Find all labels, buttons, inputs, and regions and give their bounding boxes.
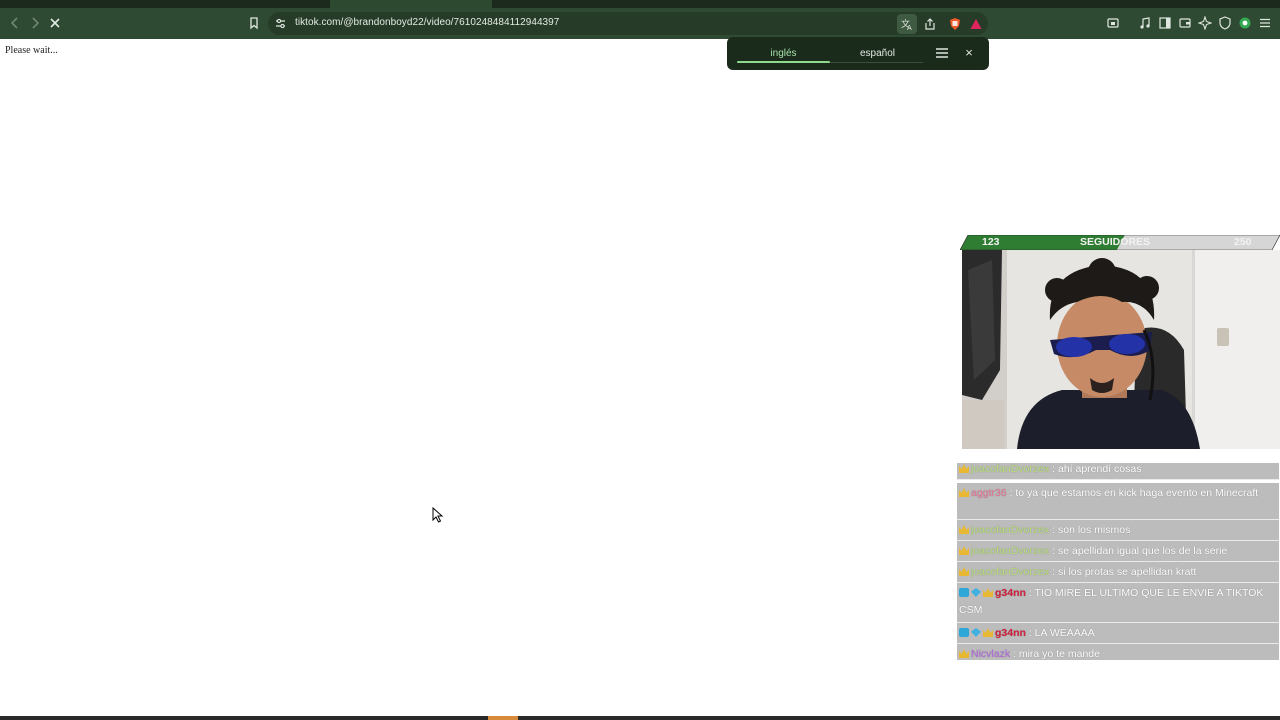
chat-message-text: : to ya que estamos en kick haga evento … (1009, 487, 1259, 499)
crown-badge-icon (959, 649, 969, 658)
chat-message: aggtr36 : to ya que estamos en kick haga… (957, 483, 1279, 520)
chat-message-text: : si los protas se apellidan kratt (1052, 566, 1197, 578)
vpn-icon[interactable] (1215, 13, 1235, 33)
chat-message-text: : mira yo te mande (1013, 648, 1100, 660)
url-text[interactable]: tiktok.com/@brandonboyd22/video/76102484… (295, 17, 559, 28)
chat-message-text: : LA WEAAAA (1028, 627, 1095, 639)
mouse-cursor-icon (432, 507, 444, 523)
tab-source-language[interactable]: inglés (737, 37, 830, 70)
goal-target-count: 250 (1234, 236, 1252, 248)
arrow-left-icon[interactable] (5, 13, 25, 33)
chat-username[interactable]: g34nn (995, 587, 1026, 599)
chat-message: Nicvlazk : mira yo te mande (957, 644, 1279, 660)
goal-current-count: 123 (982, 236, 1000, 248)
crown-badge-icon (959, 546, 969, 555)
gem-badge-icon (971, 628, 981, 637)
crown-badge-icon (959, 567, 969, 576)
music-icon[interactable] (1135, 13, 1155, 33)
stream-chat: joacofanDvorzex : ahí aprendí cosas aggtr… (956, 463, 1280, 660)
brave-rewards-icon[interactable] (966, 14, 986, 34)
crown-badge-icon (983, 628, 993, 637)
active-tab[interactable] (330, 0, 492, 8)
chat-username[interactable]: joacofanDvorzex (971, 463, 1049, 475)
chat-message-text: : son los mismos (1052, 524, 1131, 536)
tab-strip (0, 0, 1280, 8)
close-button[interactable]: × (962, 45, 976, 61)
chat-message: joacofanDvorzex : si los protas se apell… (957, 562, 1279, 583)
goal-label: SEGUIDORES (1080, 236, 1151, 248)
chat-message: joacofanDvorzex : se apellidan igual que… (957, 541, 1279, 562)
close-icon[interactable] (45, 13, 65, 33)
menu-icon[interactable] (934, 45, 950, 61)
blue-badge-icon (959, 588, 969, 597)
screenshot-icon[interactable] (1103, 13, 1123, 33)
chat-message-text: : ahí aprendí cosas (1052, 463, 1142, 475)
chat-message: joacofanDvorzex : ahí aprendí cosas (957, 463, 1279, 480)
translate-popup: inglés español × (727, 37, 989, 70)
crown-badge-icon (959, 525, 969, 534)
translate-icon[interactable]: 文A (897, 14, 917, 34)
crown-badge-icon (959, 464, 969, 473)
address-bar[interactable]: tiktok.com/@brandonboyd22/video/76102484… (268, 12, 988, 35)
chat-message: joacofanDvorzex : son los mismos (957, 520, 1279, 541)
chat-message: g34nn : LA WEAAAA (957, 623, 1279, 644)
chat-username[interactable]: aggtr36 (971, 487, 1007, 499)
chat-username[interactable]: Nicvlazk (971, 648, 1010, 660)
blue-badge-icon (959, 628, 969, 637)
crown-badge-icon (983, 588, 993, 597)
wallet-icon[interactable] (1175, 13, 1195, 33)
chat-username[interactable]: joacofanDvorzex (971, 566, 1049, 578)
chat-message-text: : se apellidan igual que los de la serie (1052, 545, 1228, 557)
crown-badge-icon (959, 488, 969, 497)
profile-icon[interactable] (1235, 13, 1255, 33)
tab-target-language[interactable]: español (831, 37, 924, 70)
chat-username[interactable]: joacofanDvorzex (971, 545, 1049, 557)
chat-username[interactable]: joacofanDvorzex (971, 524, 1049, 536)
webcam-feed (962, 250, 1280, 449)
share-icon[interactable] (920, 14, 940, 34)
active-tab-indicator (737, 61, 830, 63)
svg-text:A: A (907, 24, 912, 31)
gem-badge-icon (971, 588, 981, 597)
chat-username[interactable]: g34nn (995, 627, 1026, 639)
bookmark-icon[interactable] (244, 13, 264, 33)
loading-status-text: Please wait... (5, 45, 58, 56)
bottom-bar-marker (488, 716, 518, 720)
chat-message: g34nn : TIO MIRE EL ULTIMO QUE LE ENVIE … (957, 583, 1279, 623)
arrow-right-icon[interactable] (25, 13, 45, 33)
menu-icon[interactable] (1255, 13, 1275, 33)
follower-goal-bar: 123 SEGUIDORES 250 (960, 235, 1280, 250)
sidebar-icon[interactable] (1155, 13, 1175, 33)
browser-toolbar: tiktok.com/@brandonboyd22/video/76102484… (0, 8, 1280, 39)
bottom-bar (0, 716, 1280, 720)
tune-icon[interactable] (274, 17, 287, 30)
brave-shields-icon[interactable] (945, 14, 965, 34)
leo-icon[interactable] (1195, 13, 1215, 33)
